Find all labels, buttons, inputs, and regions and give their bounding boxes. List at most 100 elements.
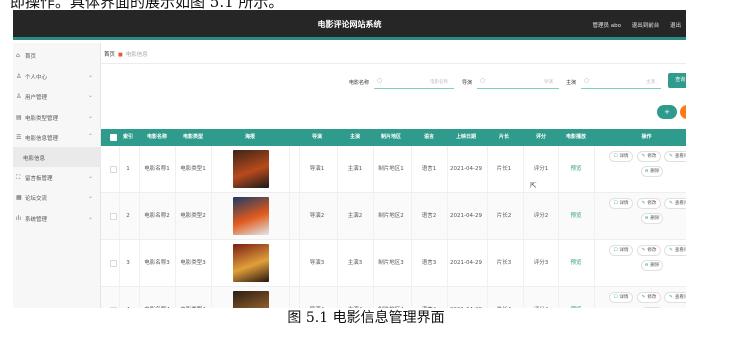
batch-delete-button[interactable]: 删 [680,105,686,119]
detail-button[interactable]: ☐ 详情 [609,151,633,162]
search-director-placeholder: 导演 [544,80,553,85]
edit-icon: ✎ [669,295,673,300]
edit-button[interactable]: ✎ 修改 [637,292,661,303]
detail-button[interactable]: ☐ 详情 [609,292,633,303]
view-comments-button[interactable]: ✎查看评论 [664,198,686,209]
select-all-checkbox[interactable] [110,134,117,141]
edit-icon: ✎ [641,154,646,159]
breadcrumb-current: 电影信息 [125,52,148,58]
add-button[interactable]: + [657,105,677,119]
sidebar-item-movie-type-management[interactable]: ▤ 电影类型管理 ⌄ [13,107,101,127]
search-name-label: 电影名称 [349,80,370,86]
sidebar-item-movie-info-management[interactable]: ☰ 电影信息管理 ⌃ [13,127,101,147]
cell-divider [594,287,595,308]
cell-divider [211,193,212,240]
edit-button[interactable]: ✎ 修改 [637,245,661,256]
edit-button[interactable]: ✎ 修改 [637,151,661,162]
sidebar-item-personal-center[interactable]: ♙ 个人中心 ⌄ [13,66,101,86]
settings-icon: ılı [16,215,22,222]
col-region: 制片地区 [380,134,401,140]
divider [101,63,686,64]
sidebar-item-home[interactable]: ⌂ 首页 [13,45,101,65]
list-icon: ☰ [16,134,22,141]
cell-score: 评分2 [533,213,549,219]
view-comments-button[interactable]: ✎查看评论 [664,292,686,303]
cell-divider [594,193,595,240]
delete-button[interactable]: ⊖删除 [641,166,663,177]
sidebar: ⌂ 首页 ♙ 个人中心 ⌄ ♙ 用户管理 ⌄ ▤ 电影类型管理 ⌄ ☰ 电影信息… [13,43,101,308]
sidebar-item-label: 留言板管理 [25,176,53,182]
edit-icon: ✎ [669,248,673,253]
row-checkbox[interactable] [110,213,117,220]
movie-poster-image [233,150,269,188]
chevron-down-icon: ⌄ [87,193,93,200]
action-label: 删除 [650,216,660,221]
table-row: 4电影名称4电影类型4 导演4主演4制片地区4语言42021-04-29片长4评分… [101,287,686,308]
sidebar-item-label: 个人中心 [25,75,48,81]
search-actor-input[interactable]: ○ 主演 [581,74,661,89]
cell-length: 片长4 [487,287,521,308]
action-label: 详情 [619,295,629,300]
search-icon: ○ [377,77,383,84]
action-label: 详情 [619,154,629,159]
row-checkbox[interactable] [110,166,117,173]
delete-button[interactable]: ⊖删除 [641,213,663,224]
search-name-input[interactable]: ○ 电影名称 [374,74,454,89]
action-label: 修改 [647,248,657,253]
preview-link[interactable]: 预览 [558,193,594,240]
main-content: 首页■电影信息 电影名称 ○ 电影名称 导演 ○ 导演 主演 ○ 主演 查询 Q… [101,43,686,308]
col-poster: 海报 [244,134,255,140]
search-button[interactable]: 查询 Q [668,73,686,88]
cell-region: 制片地区4 [373,287,409,308]
search-director-input[interactable]: ○ 导演 [477,74,559,89]
sidebar-item-label: 论坛交流 [25,196,48,202]
cell-director: 导演2 [309,213,325,219]
cell-name: 电影名称1 [144,166,170,172]
sidebar-item-system-management[interactable]: ılı 系统管理 ⌄ [13,208,101,228]
col-name: 电影名称 [146,134,167,140]
detail-button[interactable]: ☐ 详情 [609,198,633,209]
edit-icon: ✎ [669,201,673,206]
edit-button[interactable]: ✎ 修改 [637,198,661,209]
action-label: 删除 [650,169,660,174]
table-row: 3 电影名称3 电影类型3 导演3 主演3 制片地区3 语言3 2021-04-29 片长3 评分… [101,240,686,287]
cell-divider [289,193,290,240]
action-label: 查看评论 [674,201,686,206]
cell-language: 语言4 [411,287,447,308]
col-length: 片长 [498,134,509,140]
exit-to-frontend-link[interactable]: 退出到前台 [632,23,660,29]
row-checkbox[interactable] [110,260,117,267]
detail-button[interactable]: ☐ 详情 [609,245,633,256]
cell-date: 2021-04-29 [447,287,485,308]
cell-index: 1 [126,166,130,172]
delete-button[interactable]: ⊖删除 [641,260,663,271]
view-comments-button[interactable]: ✎查看评论 [664,151,686,162]
table-row: 1 电影名称1 电影类型1 导演1 主演1 制片地区1 语言1 2021-04-29 片长1 评分… [101,146,686,193]
action-label: 修改 [647,154,657,159]
cell-divider [211,146,212,193]
breadcrumb-home[interactable]: 首页 [104,52,115,58]
sidebar-item-message-board[interactable]: ⛶ 留言板管理 ⌄ [13,167,101,187]
cell-date: 2021-04-29 [450,260,482,266]
sidebar-item-user-management[interactable]: ♙ 用户管理 ⌄ [13,86,101,106]
chevron-down-icon: ⌄ [87,173,93,180]
action-label: 查看评论 [674,295,686,300]
edit-icon: ✎ [641,295,646,300]
logout-link[interactable]: 退出 [670,23,681,29]
view-comments-button[interactable]: ✎查看评论 [664,245,686,256]
cell-actor: 主演3 [347,260,363,266]
preview-link[interactable]: 预览 [558,240,594,287]
preview-link[interactable]: 预览 [558,146,594,193]
cell-actor: 主演1 [347,166,363,172]
forum-icon: ▦ [16,194,22,201]
preview-link[interactable]: 预览 [558,287,594,308]
cell-score: 评分1 [533,166,549,172]
action-label: 查看评论 [674,248,686,253]
sidebar-item-forum[interactable]: ▦ 论坛交流 ⌄ [13,187,101,207]
action-label: 删除 [650,263,660,268]
cell-region: 制片地区2 [378,213,404,219]
search-name-placeholder: 电影名称 [430,80,448,85]
sidebar-item-label: 用户管理 [25,95,48,101]
sidebar-subitem-movie-info[interactable]: 电影信息 [13,147,101,167]
document-icon: ☐ [613,154,618,159]
